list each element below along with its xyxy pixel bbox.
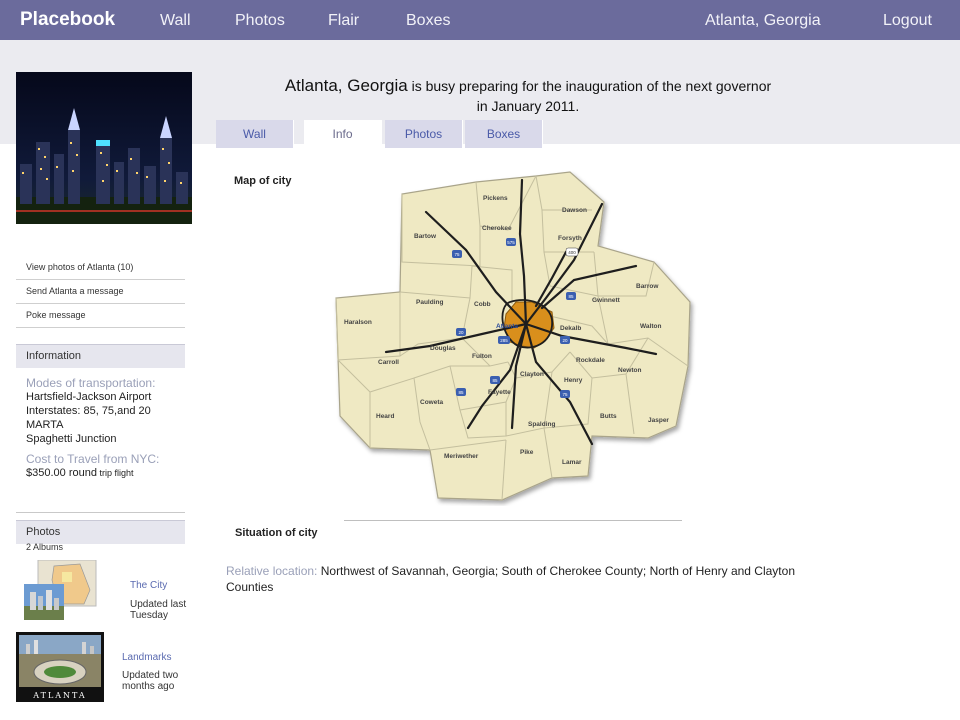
album-updated-city: Updated last Tuesday [130,599,187,621]
interstate-shield: 75 [560,390,570,398]
county-label: Butts [600,413,617,420]
transport-item: Hartsfield-Jackson Airport [26,391,152,403]
svg-text:85: 85 [458,390,464,395]
information-panel: Modes of transportation: Hartsfield-Jack… [26,376,184,480]
view-photos-link[interactable]: View photos of Atlanta (10) [16,256,185,280]
highway-shield: 400 [565,247,579,257]
county-label: Lamar [562,459,582,466]
county-label: Pickens [483,195,508,202]
county-label: Spalding [528,421,555,428]
skyline-image [16,72,192,224]
profile-picture[interactable] [16,72,192,224]
county-label: Barrow [636,283,659,290]
transport-item: MARTA [26,419,64,431]
interstate-shield: 75 [452,250,462,258]
interstate-shield: 20 [560,336,570,344]
headline-text: is busy preparing for the inauguration o… [407,78,772,94]
transport-item: Interstates: 85, 75,and 20 [26,405,151,417]
county-label: Forsyth [558,235,582,242]
cost-suffix: trip flight [96,468,134,478]
nav-boxes[interactable]: Boxes [406,12,450,30]
transport-item: Spaghetti Junction [26,433,117,445]
top-navigation-bar: Placebook Wall Photos Flair Boxes Atlant… [0,0,960,40]
county-label: Newton [618,367,642,374]
svg-text:75: 75 [562,392,568,397]
brand-logo[interactable]: Placebook [20,9,115,31]
county-label: Dawson [562,207,587,214]
county-label: Douglas [430,345,456,352]
album-updated-landmarks: Updated two months ago [122,670,179,692]
county-label: Henry [564,377,583,384]
interstate-shield: 285 [498,336,510,344]
interstate-shield: 575 [506,238,516,246]
profile-actions: View photos of Atlanta (10) Send Atlanta… [16,256,185,328]
tab-info[interactable]: Info [304,120,382,148]
headline-text-line2: in January 2011. [476,98,580,114]
situation-label: Situation of city [235,527,318,539]
county-label: Haralson [344,319,372,326]
county-label: Meriwether [444,453,479,460]
map-city-label: Atlanta [496,323,518,330]
nav-flair[interactable]: Flair [328,12,359,30]
poke-link[interactable]: Poke message [16,304,185,328]
nav-location[interactable]: Atlanta, Georgia [705,12,821,30]
albums-count: 2 Albums [26,542,64,552]
transport-label: Modes of transportation: [26,376,156,390]
county-label: Pike [520,449,534,456]
landmarks-thumb-caption: ATLANTA [32,691,86,700]
county-label: Fulton [472,353,492,360]
county-label: Rockdale [576,357,605,364]
county-label: Dekalb [560,325,581,332]
map-label: Map of city [234,175,292,187]
cost-label: Cost to Travel from NYC: [26,452,160,466]
county-label: Cherokee [482,225,512,232]
county-label: Clayton [520,371,544,378]
svg-text:285: 285 [500,338,508,343]
nav-photos[interactable]: Photos [235,12,285,30]
tab-wall[interactable]: Wall [216,120,294,148]
relative-location: Relative location: Northwest of Savannah… [226,563,826,595]
county-label: Walton [640,323,661,330]
album-thumb-landmarks[interactable]: ATLANTA [16,632,104,702]
svg-text:575: 575 [507,240,515,245]
county-label: Bartow [414,233,437,240]
album-thumb-city[interactable] [24,560,98,622]
divider [16,512,185,513]
interstate-shield: 20 [456,328,466,336]
photos-heading[interactable]: Photos [16,520,185,544]
county-label: Coweta [420,399,444,406]
send-message-link[interactable]: Send Atlanta a message [16,280,185,304]
county-label: Jasper [648,417,669,424]
svg-text:75: 75 [454,252,460,257]
information-heading: Information [16,344,185,368]
svg-text:20: 20 [562,338,568,343]
status-headline: Atlanta, Georgia is busy preparing for t… [226,76,830,116]
svg-text:20: 20 [458,330,464,335]
relative-location-label: Relative location: [226,564,318,578]
cost-value: $350.00 round [26,467,97,479]
album-title-landmarks[interactable]: Landmarks [122,652,171,663]
svg-text:85: 85 [568,294,574,299]
county-label: Gwinnett [592,297,621,304]
county-label: Cobb [474,301,491,308]
county-label: Carroll [378,359,399,366]
county-label: Heard [376,413,394,420]
tab-photos[interactable]: Photos [385,120,463,148]
interstate-shield: 85 [456,388,466,396]
svg-text:85: 85 [492,378,498,383]
county-label: Paulding [416,299,443,306]
interstate-shield: 85 [566,292,576,300]
album-title-city[interactable]: The City [130,580,167,591]
interstate-shield: 85 [490,376,500,384]
section-divider [344,520,682,521]
tab-boxes[interactable]: Boxes [465,120,543,148]
logout-button[interactable]: Logout [883,12,932,30]
metro-atlanta-map[interactable]: Pickens Dawson Bartow Cherokee Forsyth B… [330,166,702,506]
nav-wall[interactable]: Wall [160,12,191,30]
svg-text:400: 400 [568,250,576,255]
county-label: Fayette [488,389,511,396]
cost-row: $350.00 round trip flight [26,466,184,480]
headline-city: Atlanta, Georgia [284,76,408,95]
